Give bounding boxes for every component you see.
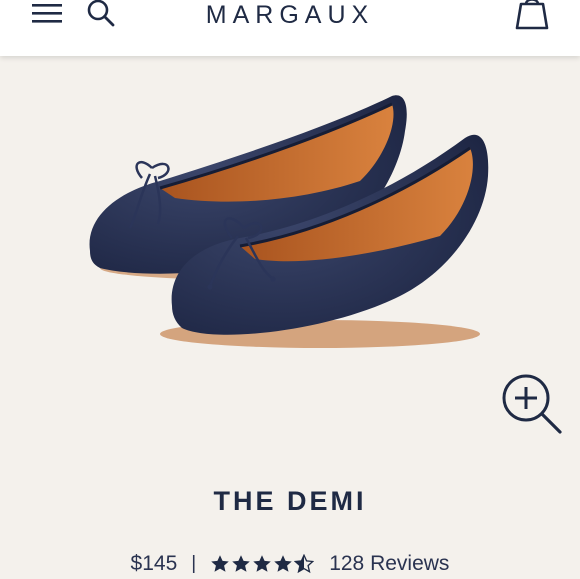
- ballet-flats-image: [89, 95, 489, 348]
- star-icon: [232, 555, 250, 572]
- top-navigation-bar: MARGAUX: [0, 0, 580, 56]
- product-price: $145: [130, 552, 178, 575]
- zoom-button[interactable]: [500, 372, 566, 438]
- shopping-bag-icon: [515, 0, 549, 30]
- shopping-bag-button[interactable]: [512, 0, 552, 32]
- meta-separator: |: [191, 553, 197, 574]
- half-star-icon: [294, 554, 315, 574]
- rating-stars[interactable]: [210, 554, 315, 574]
- star-icon: [274, 555, 292, 572]
- star-icon: [211, 555, 229, 572]
- product-meta: $145 | 128 Reviews: [0, 549, 580, 579]
- brand-logo[interactable]: MARGAUX: [0, 0, 580, 30]
- reviews-link[interactable]: 128 Reviews: [329, 552, 449, 576]
- zoom-in-icon: [502, 374, 562, 434]
- product-title: THE DEMI: [213, 486, 367, 516]
- product-image[interactable]: [0, 56, 580, 466]
- star-icon: [253, 555, 271, 572]
